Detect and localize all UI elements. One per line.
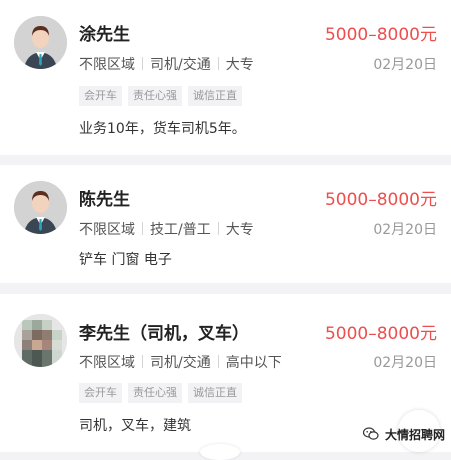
divider (217, 355, 219, 368)
tag-list: 会开车 责任心强 诚信正直 (79, 381, 248, 403)
job-category: 司机/交通 (150, 57, 211, 73)
education-level: 大专 (225, 57, 254, 73)
tag: 诚信正直 (188, 383, 242, 403)
listing-card[interactable]: 涂先生 5000–8000元 不限区域 司机/交通 大专 02月20日 会开车 责任心… (0, 0, 451, 155)
location-text: 不限区域 (79, 355, 135, 371)
post-date: 02月20日 (373, 222, 437, 238)
education-level: 大专 (225, 222, 254, 238)
job-category: 司机/交通 (150, 355, 211, 371)
watermark-text: 大情招聘网 (384, 427, 445, 442)
watermark: 大情招聘网 (360, 424, 445, 444)
divider (142, 222, 143, 235)
tag: 责任心强 (128, 86, 182, 106)
tag: 会开车 (79, 86, 122, 106)
candidate-meta: 不限区域 技工/普工 大专 (79, 219, 254, 239)
salary-range: 5000–8000元 (324, 324, 437, 344)
job-category: 技工/普工 (150, 222, 211, 238)
tag: 诚信正直 (188, 86, 242, 106)
page-indicator (200, 444, 240, 460)
candidate-name: 李先生（司机，叉车） (79, 324, 249, 344)
tag: 责任心强 (128, 383, 182, 403)
divider (217, 222, 219, 235)
avatar (14, 314, 67, 367)
tag: 会开车 (79, 383, 122, 403)
location-text: 不限区域 (79, 57, 135, 73)
listing-card[interactable]: 陈先生 5000–8000元 不限区域 技工/普工 大专 02月20日 铲车 门窗 … (0, 165, 451, 283)
divider (142, 355, 143, 368)
wechat-icon (360, 424, 381, 444)
divider (142, 57, 143, 70)
avatar (14, 16, 67, 69)
location-text: 不限区域 (79, 222, 135, 238)
candidate-name: 陈先生 (79, 190, 130, 210)
avatar (14, 181, 67, 234)
salary-range: 5000–8000元 (324, 190, 437, 210)
post-date: 02月20日 (373, 57, 437, 73)
candidate-description: 业务10年，货车司机5年。 (79, 121, 246, 137)
candidate-name: 涂先生 (79, 25, 130, 45)
candidate-description: 司机，叉车，建筑 (79, 418, 191, 434)
education-level: 高中以下 (225, 355, 282, 371)
candidate-description: 铲车 门窗 电子 (79, 252, 172, 268)
tag-list: 会开车 责任心强 诚信正直 (79, 84, 248, 106)
candidate-meta: 不限区域 司机/交通 大专 (79, 54, 254, 74)
candidate-meta: 不限区域 司机/交通 高中以下 (79, 352, 282, 372)
salary-range: 5000–8000元 (324, 25, 437, 45)
divider (217, 57, 219, 70)
post-date: 02月20日 (373, 355, 437, 371)
